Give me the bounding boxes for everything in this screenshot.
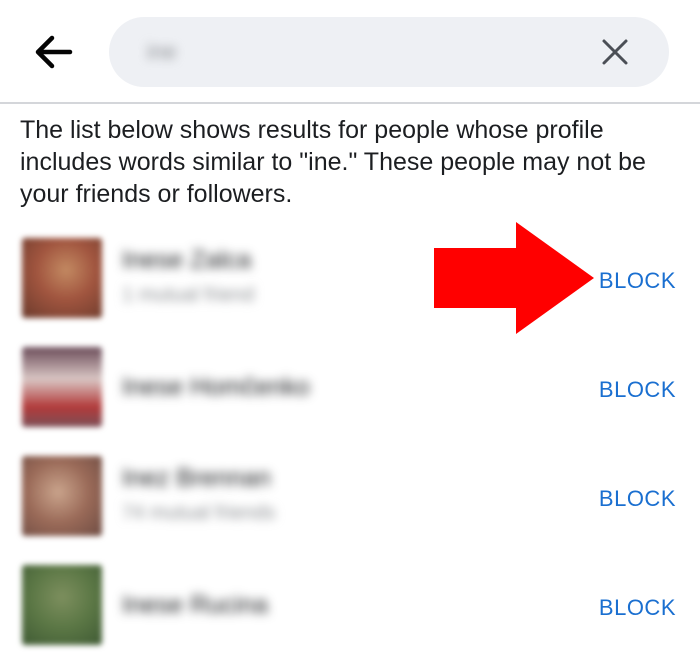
header-divider bbox=[0, 102, 700, 104]
avatar[interactable] bbox=[22, 238, 102, 318]
mutual-friends: 74 mutual friends bbox=[122, 502, 276, 524]
arrow-left-icon[interactable] bbox=[34, 34, 74, 70]
block-button[interactable]: BLOCK bbox=[599, 486, 676, 512]
close-icon[interactable] bbox=[601, 38, 629, 66]
list-item[interactable]: Inese Homčenko BLOCK bbox=[0, 337, 700, 445]
list-item[interactable]: Inese Rucina BLOCK bbox=[0, 555, 700, 663]
results-notice: The list below shows results for people … bbox=[20, 116, 646, 208]
person-name[interactable]: Inese Rucina bbox=[122, 591, 268, 620]
person-name[interactable]: Inese Homčenko bbox=[122, 373, 310, 402]
avatar[interactable] bbox=[22, 347, 102, 427]
avatar[interactable] bbox=[22, 565, 102, 645]
search-query-text: ine bbox=[147, 39, 177, 64]
block-button[interactable]: BLOCK bbox=[599, 268, 676, 294]
block-button[interactable]: BLOCK bbox=[599, 377, 676, 403]
annotation-arrow-icon bbox=[434, 222, 594, 334]
list-item[interactable]: Inez Brennan 74 mutual friends BLOCK bbox=[0, 446, 700, 554]
person-name[interactable]: Inese Zalca bbox=[122, 246, 251, 275]
avatar[interactable] bbox=[22, 456, 102, 536]
search-input[interactable]: ine bbox=[109, 17, 669, 87]
top-bar: ine bbox=[0, 0, 700, 102]
mutual-friends: 1 mutual friend bbox=[122, 284, 255, 306]
block-button[interactable]: BLOCK bbox=[599, 595, 676, 621]
list-item[interactable]: Inese Zalca 1 mutual friend BLOCK bbox=[0, 228, 700, 336]
person-name[interactable]: Inez Brennan bbox=[122, 464, 271, 493]
